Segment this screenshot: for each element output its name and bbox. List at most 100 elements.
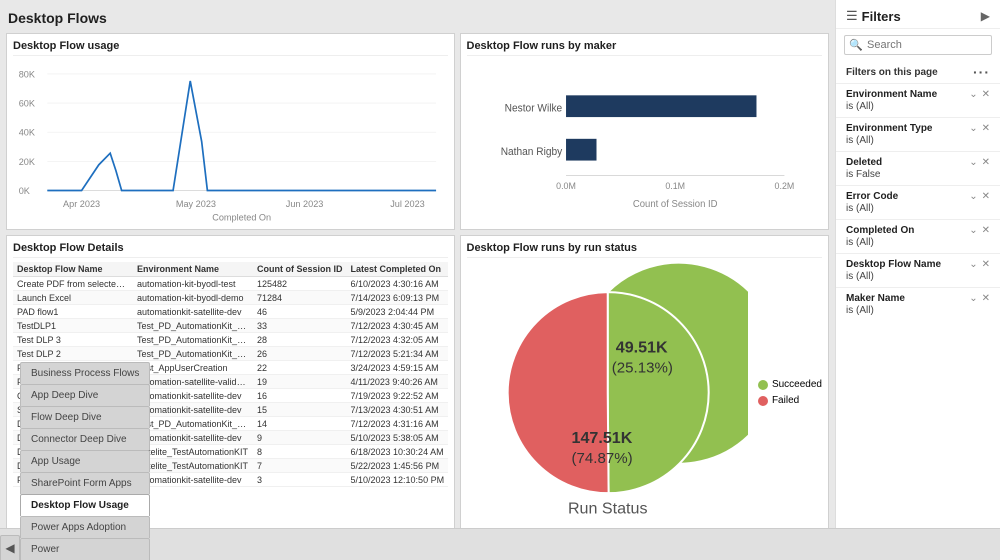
failed-dot xyxy=(758,396,768,406)
table-cell: 7/13/2023 4:30:51 AM xyxy=(347,403,448,417)
filter-item-icons: ⌄ ✕ xyxy=(969,89,990,100)
svg-text:80K: 80K xyxy=(19,69,36,79)
table-cell: automation-kit-byodl-demo xyxy=(133,291,253,305)
filter-item-icons: ⌄ ✕ xyxy=(969,225,990,236)
tab-business-process-flows[interactable]: Business Process Flows xyxy=(20,362,150,384)
filter-clear-icon[interactable]: ✕ xyxy=(982,157,990,168)
tab-connector-deep-dive[interactable]: Connector Deep Dive xyxy=(20,428,150,450)
table-cell: 3 xyxy=(253,473,347,487)
filter-clear-icon[interactable]: ✕ xyxy=(982,89,990,100)
search-icon: 🔍 xyxy=(849,39,863,52)
tab-nav-left[interactable]: ◀ xyxy=(0,535,20,560)
table-cell: automationkit-satellite-dev xyxy=(133,305,253,319)
table-cell: Launch Excel xyxy=(13,291,133,305)
filters-sidebar: ☰ Filters ▶ 🔍 Filters on this page ··· E… xyxy=(835,0,1000,528)
table-row: TestDLP1Test_PD_AutomationKit_Satelite33… xyxy=(13,319,448,333)
succeeded-dot xyxy=(758,380,768,390)
table-row: Test DLP 3Test_PD_AutomationKit_Satelite… xyxy=(13,333,448,347)
table-cell: Test_PD_AutomationKit_Satelite xyxy=(133,333,253,347)
svg-text:May 2023: May 2023 xyxy=(176,199,216,209)
status-chart-title: Desktop Flow runs by run status xyxy=(467,242,823,258)
svg-text:0K: 0K xyxy=(19,186,31,196)
svg-text:Jun 2023: Jun 2023 xyxy=(286,199,324,209)
line-chart-svg: 80K 60K 40K 20K 0K Sessions xyxy=(13,60,448,223)
table-cell: 5/9/2023 2:04:44 PM xyxy=(347,305,448,319)
table-cell: 15 xyxy=(253,403,347,417)
col-session-count: Count of Session ID xyxy=(253,262,347,277)
table-cell: TestDLP1 xyxy=(13,319,133,333)
filter-chevron-icon[interactable]: ⌄ xyxy=(969,191,977,202)
filter-item-value: is (All) xyxy=(846,271,990,282)
status-chart-panel: Desktop Flow runs by run status xyxy=(460,235,830,528)
legend-failed: Failed xyxy=(758,395,822,406)
filter-item-value: is (All) xyxy=(846,237,990,248)
filter-item-value: is (All) xyxy=(846,101,990,112)
tab-power-apps-adoption[interactable]: Power Apps Adoption xyxy=(20,516,150,538)
filter-clear-icon[interactable]: ✕ xyxy=(982,259,990,270)
filter-chevron-icon[interactable]: ⌄ xyxy=(969,89,977,100)
table-cell: 5/10/2023 12:10:50 PM xyxy=(347,473,448,487)
tab-app-deep-dive[interactable]: App Deep Dive xyxy=(20,384,150,406)
filter-search-input[interactable] xyxy=(844,35,992,55)
table-cell: Test_PD_AutomationKit_Satelite xyxy=(133,347,253,361)
tab-desktop-flow-usage[interactable]: Desktop Flow Usage xyxy=(20,494,150,516)
filter-chevron-icon[interactable]: ⌄ xyxy=(969,259,977,270)
table-cell: Test DLP 2 xyxy=(13,347,133,361)
filters-menu-dots[interactable]: ··· xyxy=(973,64,990,80)
svg-text:Apr 2023: Apr 2023 xyxy=(63,199,100,209)
filter-clear-icon[interactable]: ✕ xyxy=(982,225,990,236)
svg-text:0.2M: 0.2M xyxy=(774,181,794,191)
filter-chevron-icon[interactable]: ⌄ xyxy=(969,123,977,134)
filter-item: Desktop Flow Name ⌄ ✕ is (All) xyxy=(836,253,1000,287)
filter-chevron-icon[interactable]: ⌄ xyxy=(969,157,977,168)
filter-item-name: Desktop Flow Name xyxy=(846,259,941,270)
filter-chevron-icon[interactable]: ⌄ xyxy=(969,225,977,236)
tab-power[interactable]: Power xyxy=(20,538,150,560)
table-row: Test DLP 2Test_PD_AutomationKit_Satelite… xyxy=(13,347,448,361)
table-cell: 7 xyxy=(253,459,347,473)
svg-text:(74.87%): (74.87%) xyxy=(571,450,632,467)
line-chart-container: 80K 60K 40K 20K 0K Sessions xyxy=(13,60,448,223)
maker-chart-title: Desktop Flow runs by maker xyxy=(467,40,823,56)
filter-item-value: is False xyxy=(846,169,990,180)
page-title: Desktop Flows xyxy=(6,6,829,28)
filter-item-icons: ⌄ ✕ xyxy=(969,191,990,202)
pie-container: 147.51K (74.87%) 49.51K (25.13%) Run Sta… xyxy=(467,262,823,523)
filter-item-value: is (All) xyxy=(846,305,990,316)
filter-item-name: Completed On xyxy=(846,225,914,236)
tab-flow-deep-dive[interactable]: Flow Deep Dive xyxy=(20,406,150,428)
svg-text:0.1M: 0.1M xyxy=(665,181,685,191)
filter-clear-icon[interactable]: ✕ xyxy=(982,191,990,202)
filter-item-icons: ⌄ ✕ xyxy=(969,157,990,168)
table-cell: 7/12/2023 5:21:34 AM xyxy=(347,347,448,361)
tab-app-usage[interactable]: App Usage xyxy=(20,450,150,472)
svg-text:Run Status: Run Status xyxy=(567,499,647,517)
filter-item: Environment Type ⌄ ✕ is (All) xyxy=(836,117,1000,151)
filter-item: Error Code ⌄ ✕ is (All) xyxy=(836,185,1000,219)
filter-item-name: Error Code xyxy=(846,191,898,202)
svg-text:60K: 60K xyxy=(19,99,36,109)
col-env-name: Environment Name xyxy=(133,262,253,277)
table-cell: 6/18/2023 10:30:24 AM xyxy=(347,445,448,459)
table-cell: 46 xyxy=(253,305,347,319)
legend-succeeded: Succeeded xyxy=(758,379,822,390)
maker-chart-panel: Desktop Flow runs by maker Maker Name Ne… xyxy=(460,33,830,230)
table-cell: 7/12/2023 4:31:16 AM xyxy=(347,417,448,431)
svg-text:Jul 2023: Jul 2023 xyxy=(390,199,425,209)
tab-sharepoint-form-apps[interactable]: SharePoint Form Apps xyxy=(20,472,150,494)
svg-text:20K: 20K xyxy=(19,157,36,167)
succeeded-label: Succeeded xyxy=(772,379,822,390)
filter-chevron-icon[interactable]: ⌄ xyxy=(969,293,977,304)
table-cell: 5/22/2023 1:45:56 PM xyxy=(347,459,448,473)
filter-item-name: Maker Name xyxy=(846,293,905,304)
table-cell: 7/12/2023 4:32:05 AM xyxy=(347,333,448,347)
svg-text:147.51K: 147.51K xyxy=(571,429,632,447)
svg-text:Completed On: Completed On xyxy=(212,213,271,223)
filter-clear-icon[interactable]: ✕ xyxy=(982,123,990,134)
filter-search-container: 🔍 xyxy=(844,35,992,55)
table-cell: automation-kit-byodl-test xyxy=(133,277,253,291)
maker-chart-svg: Maker Name Nestor Wilke Nathan Rigby 0.0… xyxy=(467,60,823,223)
sidebar-close-button[interactable]: ▶ xyxy=(981,9,990,23)
filter-clear-icon[interactable]: ✕ xyxy=(982,293,990,304)
filter-item-value: is (All) xyxy=(846,203,990,214)
